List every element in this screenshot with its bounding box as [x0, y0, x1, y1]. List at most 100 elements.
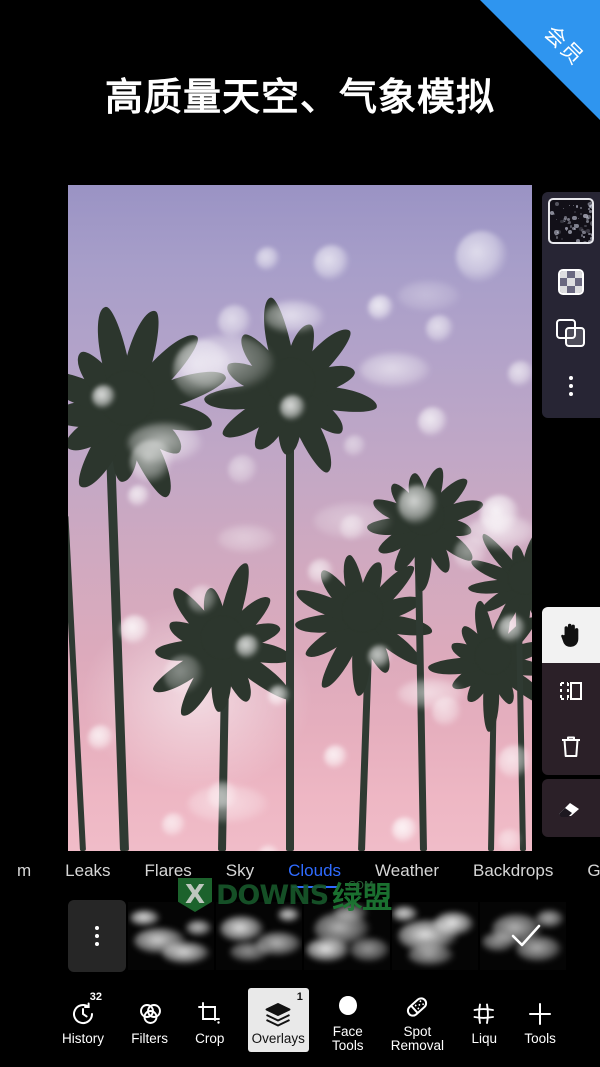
bokeh-particle [508, 361, 532, 387]
bokeh-particle [188, 585, 218, 615]
category-tab-m[interactable]: m [0, 861, 48, 881]
bokeh-particle [498, 829, 522, 851]
cloud-thumbnail-2[interactable] [216, 902, 302, 970]
pan-tool-button[interactable] [542, 607, 600, 663]
cloud-thumbnail-1[interactable] [128, 902, 214, 970]
palm-crown [475, 638, 511, 674]
bokeh-particle [368, 295, 394, 321]
layer-thumbnail[interactable] [548, 198, 594, 244]
thumbnail-speck [583, 236, 585, 238]
palm-crown [342, 591, 383, 632]
thumbnail-speck [553, 213, 555, 215]
category-tab-weather[interactable]: Weather [358, 861, 456, 881]
thumbnail-speck [572, 244, 576, 245]
flip-tool-button[interactable] [542, 663, 600, 719]
thumbnail-speck [588, 240, 592, 244]
thumbnail-speck [573, 205, 574, 206]
bokeh-particle [392, 817, 418, 843]
thumbnail-speck [586, 220, 589, 223]
toolbar-item-spot-removal[interactable]: Spot Removal [387, 981, 448, 1059]
bokeh-particle [92, 385, 116, 409]
bottom-toolbar[interactable]: History 32 Filters Crop Overlays 1 Face Tools S… [0, 973, 600, 1067]
thumbnail-speck [560, 242, 564, 244]
thumbnail-speck [556, 219, 557, 220]
thumbnail-speck [584, 225, 586, 227]
cloud-thumbnail-3[interactable] [304, 902, 390, 970]
toolbar-item-face-tools[interactable]: Face Tools [328, 981, 368, 1059]
trash-icon [559, 734, 583, 760]
cloud-overlay-blob [218, 525, 276, 553]
toolbar-item-overlays[interactable]: Overlays 1 [248, 988, 309, 1052]
thumbnail-speck [583, 241, 587, 244]
thumbnail-speck [568, 221, 571, 224]
duplicate-layer-button[interactable] [544, 308, 598, 360]
bokeh-particle [456, 231, 508, 283]
toolbar-item-tools[interactable]: Tools [520, 988, 560, 1052]
toolbar-item-label: Crop [195, 1032, 224, 1046]
cloud-overlay-blob [398, 281, 460, 311]
thumbnail-speck [561, 238, 563, 240]
toolbar-item-badge: 1 [297, 990, 303, 1004]
tool-panel [542, 607, 600, 775]
delete-tool-button[interactable] [542, 719, 600, 775]
toolbar-item-filters[interactable]: Filters [127, 988, 172, 1052]
eraser-tool-button[interactable] [542, 779, 600, 837]
category-tab-clouds[interactable]: Clouds [271, 861, 358, 881]
cloud-overlay-blob [188, 785, 268, 823]
thumbnail-speck [563, 208, 565, 210]
thumbnail-speck [593, 240, 594, 244]
palm-crown [508, 561, 532, 593]
cloud-overlay-blob [466, 515, 532, 549]
bokeh-particle [228, 455, 258, 485]
thumbnail-speck [580, 207, 581, 208]
duplicate-icon [556, 319, 586, 349]
bokeh-particle [368, 645, 392, 669]
more-overlays-button[interactable] [68, 900, 126, 972]
thumbnail-speck [562, 243, 566, 244]
filters-icon [136, 995, 164, 1027]
category-tab-leaks[interactable]: Leaks [48, 861, 127, 881]
bokeh-particle [120, 615, 150, 645]
cloud-thumbnail-4[interactable] [392, 902, 478, 970]
category-tab-g[interactable]: G [570, 861, 600, 881]
category-tab-flares[interactable]: Flares [128, 861, 209, 881]
bokeh-particle [418, 407, 448, 437]
page-title: 高质量天空、气象模拟 [0, 66, 600, 121]
cloud-overlay-blob [128, 423, 202, 463]
cloud-puff [434, 912, 474, 936]
thumbnail-speck [589, 210, 591, 212]
hand-icon [558, 621, 584, 649]
category-tab-sky[interactable]: Sky [209, 861, 271, 881]
toolbar-item-liqu[interactable]: Liqu [467, 988, 501, 1052]
bokeh-particle [280, 395, 306, 421]
face-icon [335, 988, 361, 1020]
thumbnail-speck [592, 225, 594, 229]
plus-icon [527, 995, 553, 1027]
cloud-puff [230, 942, 270, 962]
category-tabs[interactable]: m Leaks Flares Sky Clouds Weather Backdrops G [0, 855, 600, 887]
toolbar-item-history[interactable]: History 32 [58, 988, 108, 1052]
flip-horizontal-icon [558, 678, 584, 704]
bokeh-particle [218, 305, 252, 339]
cloud-puff [392, 906, 418, 922]
thumbnail-speck [580, 242, 583, 244]
bandage-icon [404, 988, 430, 1020]
layer-more-button[interactable] [544, 360, 598, 412]
cloud-puff [130, 910, 160, 926]
thumbnail-speck [586, 229, 590, 233]
bokeh-particle [88, 725, 114, 751]
thumbnail-speck [582, 231, 585, 234]
kebab-menu-icon [95, 926, 99, 946]
confirm-button[interactable] [496, 899, 556, 973]
blend-mode-button[interactable] [544, 256, 598, 308]
checkerboard-icon [558, 269, 584, 295]
photo-canvas[interactable] [68, 185, 532, 851]
layers-icon [263, 995, 293, 1027]
category-tab-backdrops[interactable]: Backdrops [456, 861, 570, 881]
toolbar-item-label: Tools [524, 1032, 556, 1046]
overlay-thumbnail-strip[interactable] [0, 899, 600, 973]
bokeh-particle [256, 247, 280, 271]
toolbar-item-crop[interactable]: Crop [191, 988, 228, 1052]
bokeh-particle [344, 435, 366, 457]
cloud-overlay-blob [360, 353, 430, 387]
